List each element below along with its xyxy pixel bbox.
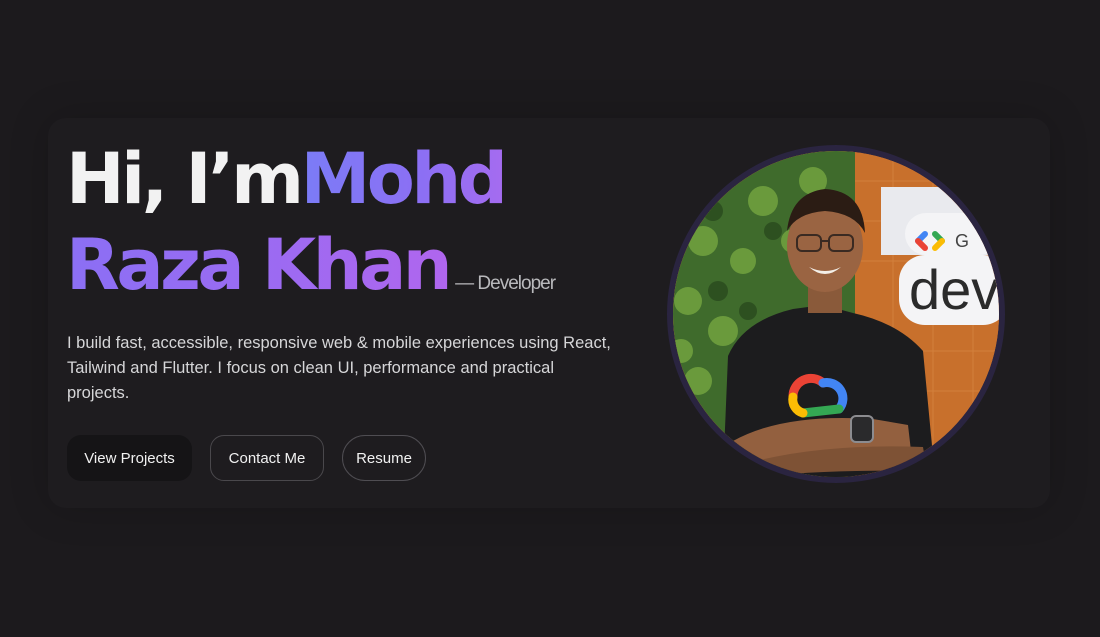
view-projects-button[interactable]: View Projects	[67, 435, 192, 481]
profile-photo-illustration: G dev	[673, 151, 999, 477]
hero-headline: Hi, I’mMohd Raza Khan — Developer	[66, 136, 686, 327]
name-first: Mohd	[300, 138, 508, 220]
sign-prefix: G	[955, 231, 969, 251]
greeting-text: Hi, I’m	[66, 138, 304, 220]
hero-actions: View Projects Contact Me Resume	[67, 435, 426, 481]
name-last: Raza Khan	[66, 224, 453, 306]
resume-button[interactable]: Resume	[342, 435, 426, 481]
headline-line-2: Raza Khan — Developer	[66, 222, 686, 327]
role-label: — Developer	[455, 273, 556, 294]
sign-text: dev	[909, 258, 999, 321]
headline-line-1: Hi, I’mMohd	[66, 136, 686, 222]
page: Hi, I’mMohd Raza Khan — Developer I build…	[0, 0, 1100, 637]
bio-text: I build fast, accessible, responsive web…	[67, 334, 611, 402]
profile-photo: G dev	[673, 151, 999, 477]
contact-me-button[interactable]: Contact Me	[210, 435, 324, 481]
profile-photo-frame: G dev	[667, 145, 1005, 483]
